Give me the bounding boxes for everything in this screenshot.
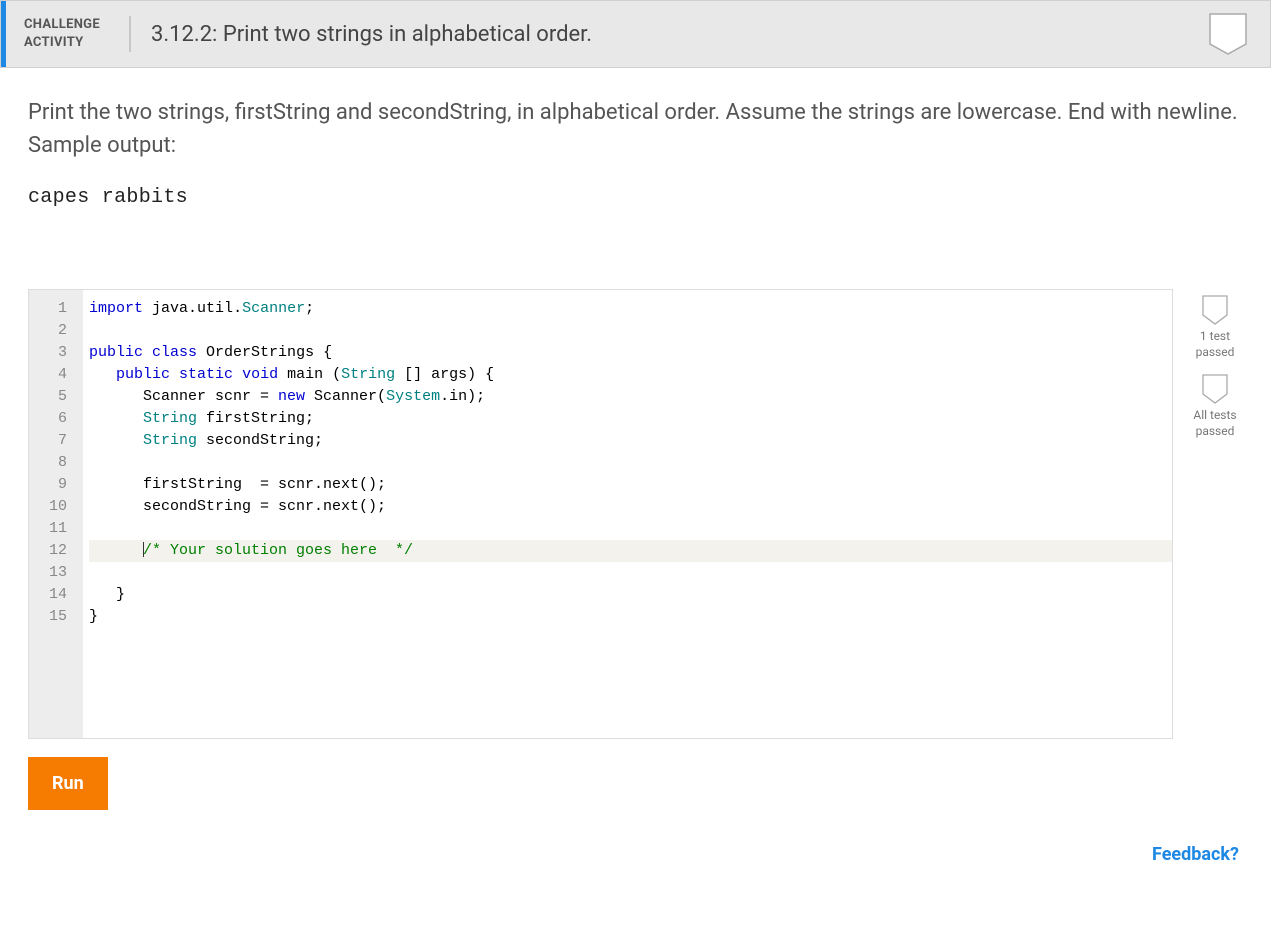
code-line[interactable]: public static void main (String [] args)… — [89, 364, 1172, 386]
completion-shield-icon — [1208, 12, 1248, 56]
code-line[interactable] — [89, 518, 1172, 540]
description-text: Print the two strings, firstString and s… — [28, 96, 1243, 162]
code-line[interactable]: public class OrderStrings { — [89, 342, 1172, 364]
status-text: All tests passed — [1187, 408, 1243, 439]
content-area: Print the two strings, firstString and s… — [0, 68, 1271, 739]
shield-icon — [1202, 374, 1228, 404]
status-all-tests: All tests passed — [1187, 374, 1243, 439]
code-body[interactable]: import java.util.Scanner; public class Or… — [83, 290, 1172, 738]
line-number: 2 — [29, 320, 75, 342]
activity-type-label: CHALLENGE ACTIVITY — [6, 16, 131, 52]
line-number: 4 — [29, 364, 75, 386]
line-gutter: 123456789101112131415 — [29, 290, 83, 738]
code-line[interactable]: firstString = scnr.next(); — [89, 474, 1172, 496]
code-line[interactable] — [89, 320, 1172, 342]
sample-output: capes rabbits — [28, 186, 1243, 209]
shield-icon — [1202, 295, 1228, 325]
code-line[interactable]: /* Your solution goes here */ — [89, 540, 1172, 562]
code-line[interactable] — [89, 562, 1172, 584]
status-text: 1 test passed — [1187, 329, 1243, 360]
code-line[interactable]: String firstString; — [89, 408, 1172, 430]
line-number: 8 — [29, 452, 75, 474]
activity-container: CHALLENGE ACTIVITY 3.12.2: Print two str… — [0, 0, 1271, 865]
feedback-row: Feedback? — [0, 810, 1271, 865]
code-line[interactable]: } — [89, 584, 1172, 606]
label-line2: ACTIVITY — [24, 34, 111, 52]
line-number: 14 — [29, 584, 75, 606]
code-line[interactable]: Scanner scnr = new Scanner(System.in); — [89, 386, 1172, 408]
run-row: Run — [0, 739, 1271, 810]
line-number: 6 — [29, 408, 75, 430]
test-status-column: 1 test passed All tests passed — [1187, 289, 1243, 453]
line-number: 11 — [29, 518, 75, 540]
line-number: 15 — [29, 606, 75, 628]
label-line1: CHALLENGE — [24, 16, 111, 34]
run-button[interactable]: Run — [28, 757, 108, 810]
feedback-link[interactable]: Feedback? — [1152, 844, 1239, 865]
code-line[interactable]: import java.util.Scanner; — [89, 298, 1172, 320]
line-number: 3 — [29, 342, 75, 364]
line-number: 10 — [29, 496, 75, 518]
line-number: 13 — [29, 562, 75, 584]
activity-title: 3.12.2: Print two strings in alphabetica… — [131, 22, 1208, 47]
editor-section: 123456789101112131415 import java.util.S… — [28, 289, 1243, 739]
code-line[interactable] — [89, 452, 1172, 474]
status-one-test: 1 test passed — [1187, 295, 1243, 360]
line-number: 1 — [29, 298, 75, 320]
challenge-header: CHALLENGE ACTIVITY 3.12.2: Print two str… — [0, 0, 1271, 68]
line-number: 5 — [29, 386, 75, 408]
line-number: 12 — [29, 540, 75, 562]
code-line[interactable]: String secondString; — [89, 430, 1172, 452]
code-line[interactable]: secondString = scnr.next(); — [89, 496, 1172, 518]
code-editor[interactable]: 123456789101112131415 import java.util.S… — [28, 289, 1173, 739]
line-number: 9 — [29, 474, 75, 496]
code-line[interactable]: } — [89, 606, 1172, 628]
line-number: 7 — [29, 430, 75, 452]
